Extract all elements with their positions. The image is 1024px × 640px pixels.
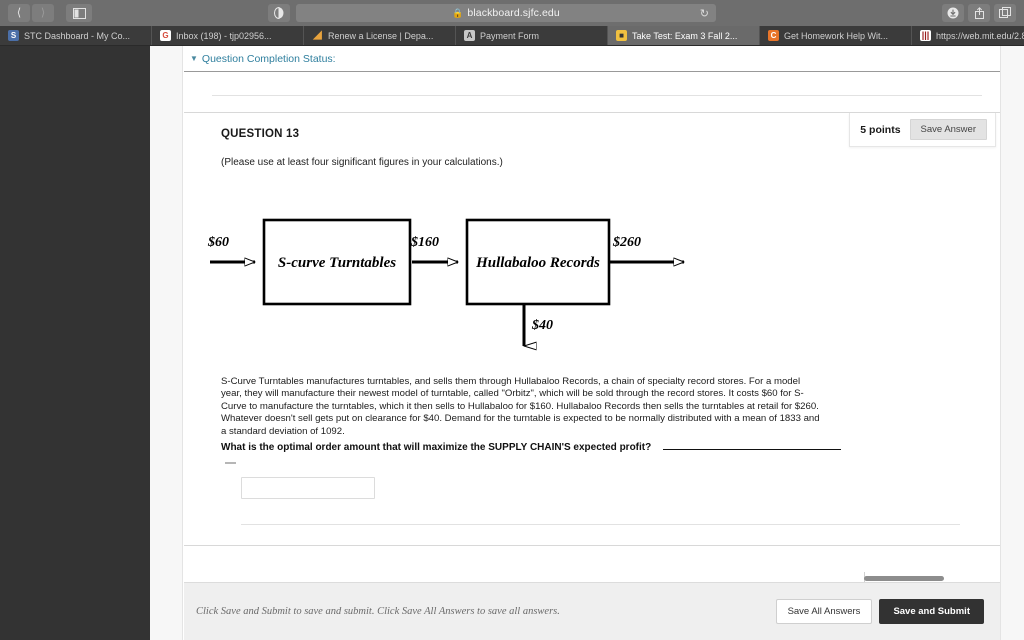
browser-tab-active[interactable]: ■ Take Test: Exam 3 Fall 2... — [608, 26, 760, 45]
horizontal-scrollbar-thumb[interactable] — [864, 576, 944, 581]
browser-tab[interactable]: S STC Dashboard - My Co... — [0, 26, 152, 45]
save-answer-button[interactable]: Save Answer — [909, 119, 987, 140]
browser-tab[interactable]: G Inbox (198) - tjp02956... — [152, 26, 304, 45]
tab-favicon-icon: S — [8, 30, 19, 41]
page-viewport: ▼ Question Completion Status: QUESTION 1… — [0, 46, 1024, 640]
supply-chain-diagram: S-curve Turntables Hullabaloo Records $6… — [207, 218, 712, 356]
horizontal-scrollbar[interactable] — [864, 575, 1016, 582]
save-all-answers-button[interactable]: Save All Answers — [775, 599, 873, 624]
divider — [184, 545, 1000, 547]
tabs-overview-icon[interactable] — [994, 4, 1016, 22]
page-left-gutter — [150, 46, 183, 640]
toolbar-right-buttons — [942, 4, 1016, 22]
browser-chrome: ⟨ ⟩ 🔒 blackboard.sjfc.edu ↻ S STC Dashbo… — [0, 0, 1024, 46]
tab-label: Renew a License | Depa... — [328, 30, 434, 41]
tab-favicon-icon: C — [768, 30, 779, 41]
diagram-node-1-label: S-curve Turntables — [278, 255, 396, 271]
tab-favicon-icon: ■ — [616, 30, 627, 41]
reload-icon[interactable]: ↻ — [700, 7, 709, 20]
forward-arrow-icon[interactable]: ⟩ — [32, 4, 54, 22]
supply-chain-diagram-wrapper: S-curve Turntables Hullabaloo Records $6… — [184, 168, 1000, 356]
question-header: QUESTION 13 5 points Save Answer — [184, 113, 1000, 147]
question-body: S-Curve Turntables manufactures turntabl… — [184, 356, 1000, 526]
question-prompt-text: What is the optimal order amount that wi… — [221, 442, 652, 454]
answer-input[interactable] — [241, 477, 375, 500]
tab-favicon-icon: ◢ — [313, 30, 322, 41]
page-right-gutter[interactable] — [1000, 46, 1024, 640]
footer-note: Click Save and Submit to save and submit… — [196, 606, 560, 617]
save-and-submit-button[interactable]: Save and Submit — [879, 599, 984, 624]
question-prompt-row: What is the optimal order amount that wi… — [221, 441, 841, 453]
browser-tab-bar: S STC Dashboard - My Co... G Inbox (198)… — [0, 26, 1024, 46]
test-footer-bar: Click Save and Submit to save and submit… — [184, 582, 1000, 640]
diagram-label-clearance: $40 — [531, 318, 553, 333]
browser-tab[interactable]: ||| https://web.mit.edu/2.81... — [912, 26, 1024, 45]
tab-label: Get Homework Help Wit... — [784, 30, 889, 41]
tab-label: https://web.mit.edu/2.81... — [936, 30, 1024, 41]
paragraph-dash-marker — [225, 462, 236, 465]
address-bar[interactable]: 🔒 blackboard.sjfc.edu ↻ — [296, 4, 716, 22]
address-bar-area: 🔒 blackboard.sjfc.edu ↻ — [268, 4, 716, 22]
download-icon[interactable] — [942, 4, 964, 22]
tab-label: Inbox (198) - tjp02956... — [176, 30, 272, 41]
chevron-down-icon[interactable]: ▼ — [190, 54, 198, 63]
test-content-area: ▼ Question Completion Status: QUESTION 1… — [184, 46, 1000, 640]
share-icon[interactable] — [968, 4, 990, 22]
points-and-save-panel: 5 points Save Answer — [849, 113, 996, 147]
browser-toolbar: ⟨ ⟩ 🔒 blackboard.sjfc.edu ↻ — [0, 0, 1024, 26]
sidebar-toggle-icon[interactable] — [66, 4, 92, 22]
tab-label: STC Dashboard - My Co... — [24, 30, 131, 41]
lock-icon: 🔒 — [452, 7, 464, 18]
navigation-buttons: ⟨ ⟩ — [8, 4, 54, 22]
tab-label: Payment Form — [480, 30, 540, 41]
question-card: QUESTION 13 5 points Save Answer (Please… — [184, 95, 1000, 547]
divider — [241, 524, 960, 526]
back-arrow-icon[interactable]: ⟨ — [8, 4, 30, 22]
page-title: QUESTION 13 — [221, 128, 300, 140]
browser-tab[interactable]: C Get Homework Help Wit... — [760, 26, 912, 45]
answer-blank-line — [663, 441, 841, 451]
points-value: 5 points — [860, 123, 901, 136]
reader-view-icon[interactable] — [268, 4, 290, 22]
tab-favicon-icon: ||| — [920, 30, 931, 41]
diagram-label-out: $260 — [612, 235, 641, 250]
tab-favicon-icon: G — [160, 30, 171, 41]
tab-favicon-icon: A — [464, 30, 475, 41]
question-paragraph: S-Curve Turntables manufactures turntabl… — [221, 376, 820, 437]
diagram-node-2-label: Hullabaloo Records — [475, 255, 600, 271]
footer-buttons: Save All Answers Save and Submit — [775, 599, 984, 624]
browser-tab[interactable]: A Payment Form — [456, 26, 608, 45]
tab-label: Take Test: Exam 3 Fall 2... — [632, 30, 738, 41]
browser-tab[interactable]: ◢ Renew a License | Depa... — [304, 26, 456, 45]
url-text: blackboard.sjfc.edu — [467, 7, 560, 19]
diagram-label-in: $60 — [207, 235, 229, 250]
diagram-label-mid: $160 — [410, 235, 439, 250]
question-completion-status-bar[interactable]: ▼ Question Completion Status: — [184, 46, 1000, 72]
page-left-dark-rail — [0, 46, 150, 640]
question-completion-status-label: Question Completion Status: — [201, 52, 336, 65]
divider — [212, 95, 982, 96]
